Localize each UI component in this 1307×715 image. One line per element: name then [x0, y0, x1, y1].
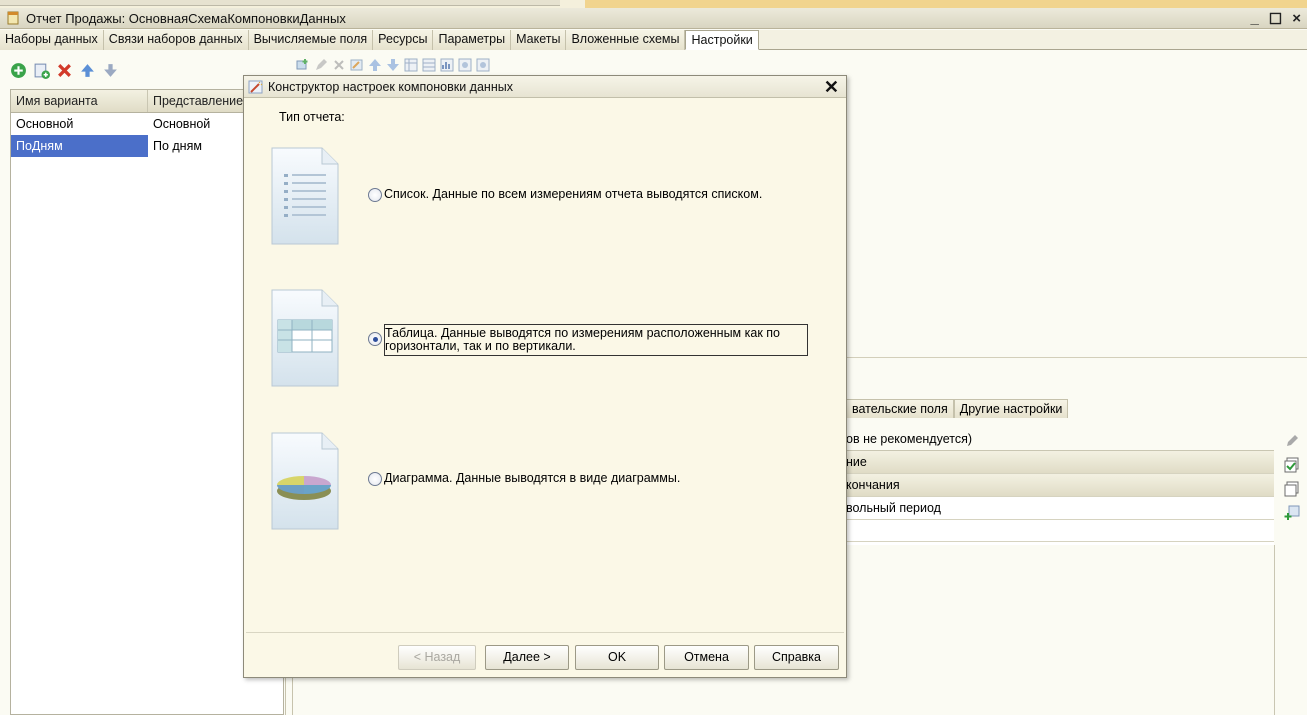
schema-tabs: Наборы данных Связи наборов данных Вычис…	[0, 30, 1307, 50]
delete-icon[interactable]	[332, 58, 346, 72]
cancel-button[interactable]: Отмена	[664, 645, 749, 670]
tab-layouts[interactable]: Макеты	[511, 30, 567, 50]
layout-icon[interactable]	[404, 58, 418, 72]
list-radio[interactable]	[368, 188, 382, 202]
list-option-label[interactable]: Список. Данные по всем измерениям отчета…	[384, 188, 762, 201]
uncheck-all-icon[interactable]	[1284, 481, 1300, 497]
dialog-separator	[246, 632, 844, 633]
cell-variant-name: Основной	[16, 117, 74, 131]
dialog-title: Конструктор настроек компоновки данных	[268, 79, 513, 94]
wizard-icon[interactable]	[350, 58, 364, 72]
chart-radio[interactable]	[368, 472, 382, 486]
delete-icon[interactable]	[56, 62, 73, 79]
warning-note: ов не рекомендуется)	[846, 432, 973, 446]
top-strip-right	[585, 0, 1307, 8]
grid-border	[1274, 545, 1275, 715]
add-icon[interactable]	[10, 62, 27, 79]
chart-report-icon	[271, 432, 339, 530]
settings-bottom-panel: вательские поля Другие настройки ов не р…	[846, 355, 1307, 715]
top-strip	[0, 0, 1307, 8]
bottom-panel-tabs: вательские поля Другие настройки	[846, 399, 1069, 418]
pencil-icon[interactable]	[1284, 433, 1300, 449]
close-window-button[interactable]: ×	[1292, 10, 1301, 28]
maximize-button[interactable]: ☐	[1269, 10, 1282, 28]
settings-alt-icon[interactable]	[476, 58, 490, 72]
dialog-titlebar: Конструктор настроек компоновки данных ✕	[244, 76, 846, 98]
composition-settings-wizard-dialog: Конструктор настроек компоновки данных ✕…	[243, 75, 847, 678]
report-type-label: Тип отчета:	[279, 110, 345, 124]
table-row[interactable]: вольный период	[846, 497, 1274, 520]
next-button[interactable]: Далее >	[485, 645, 569, 670]
chart-option-label[interactable]: Диаграмма. Данные выводятся в виде диагр…	[384, 472, 680, 485]
tab-settings[interactable]: Настройки	[685, 30, 759, 50]
settings-icon[interactable]	[458, 58, 472, 72]
column-header-variant-name[interactable]: Имя варианта	[11, 90, 148, 112]
table-icon[interactable]	[422, 58, 436, 72]
chart-icon[interactable]	[440, 58, 454, 72]
tab-other-settings[interactable]: Другие настройки	[953, 399, 1069, 418]
tab-nested-schemas[interactable]: Вложенные схемы	[566, 30, 686, 50]
add-parameter-icon[interactable]	[1284, 505, 1300, 521]
edit-icon[interactable]	[314, 58, 328, 72]
cell-variant-name: ПоДням	[16, 139, 63, 153]
variants-toolbar	[10, 62, 119, 79]
copy-add-icon[interactable]	[33, 62, 50, 79]
move-up-icon[interactable]	[79, 62, 96, 79]
tab-calculated-fields[interactable]: Вычисляемые поля	[248, 30, 374, 50]
move-down-icon[interactable]	[386, 58, 400, 72]
window-titlebar: Отчет Продажы: ОсновнаяСхемаКомпоновкиДа…	[0, 8, 1307, 29]
move-up-icon[interactable]	[368, 58, 382, 72]
list-report-icon	[271, 147, 339, 245]
back-button[interactable]: < Назад	[398, 645, 476, 670]
document-icon	[7, 11, 19, 25]
wizard-wand-icon	[248, 80, 263, 93]
report-type-list-option[interactable]: Список. Данные по всем измерениям отчета…	[368, 188, 762, 202]
report-type-chart-option[interactable]: Диаграмма. Данные выводятся в виде диагр…	[368, 472, 680, 486]
move-down-icon[interactable]	[102, 62, 119, 79]
parameters-grid: ние кончания вольный период	[846, 450, 1274, 545]
top-strip-left	[0, 0, 560, 6]
panel-divider	[846, 357, 1307, 358]
help-button[interactable]: Справка	[754, 645, 839, 670]
settings-toolbar	[296, 58, 490, 72]
table-row[interactable]	[846, 520, 1274, 542]
minimize-button[interactable]: _	[1250, 10, 1258, 28]
ok-button[interactable]: OK	[575, 645, 659, 670]
table-row[interactable]: кончания	[846, 474, 1274, 497]
close-icon[interactable]: ✕	[824, 77, 839, 98]
table-report-icon	[271, 289, 339, 387]
tab-datasets[interactable]: Наборы данных	[0, 30, 104, 50]
window-title: Отчет Продажы: ОсновнаяСхемаКомпоновкиДа…	[26, 10, 346, 26]
table-radio[interactable]	[368, 332, 382, 346]
grid-header[interactable]: ние	[846, 451, 1274, 474]
add-group-icon[interactable]	[296, 58, 310, 72]
bottom-panel-side-toolbar	[1284, 433, 1300, 521]
table-option-label[interactable]: Таблица. Данные выводятся по измерениям …	[384, 324, 808, 356]
report-type-table-option[interactable]: Таблица. Данные выводятся по измерениям …	[368, 324, 808, 356]
window-controls: _ ☐ ×	[1250, 10, 1301, 28]
tab-user-fields[interactable]: вательские поля	[846, 399, 954, 418]
tab-dataset-links[interactable]: Связи наборов данных	[103, 30, 249, 50]
check-all-icon[interactable]	[1284, 457, 1300, 473]
tab-resources[interactable]: Ресурсы	[373, 30, 434, 50]
tab-parameters[interactable]: Параметры	[433, 30, 512, 50]
